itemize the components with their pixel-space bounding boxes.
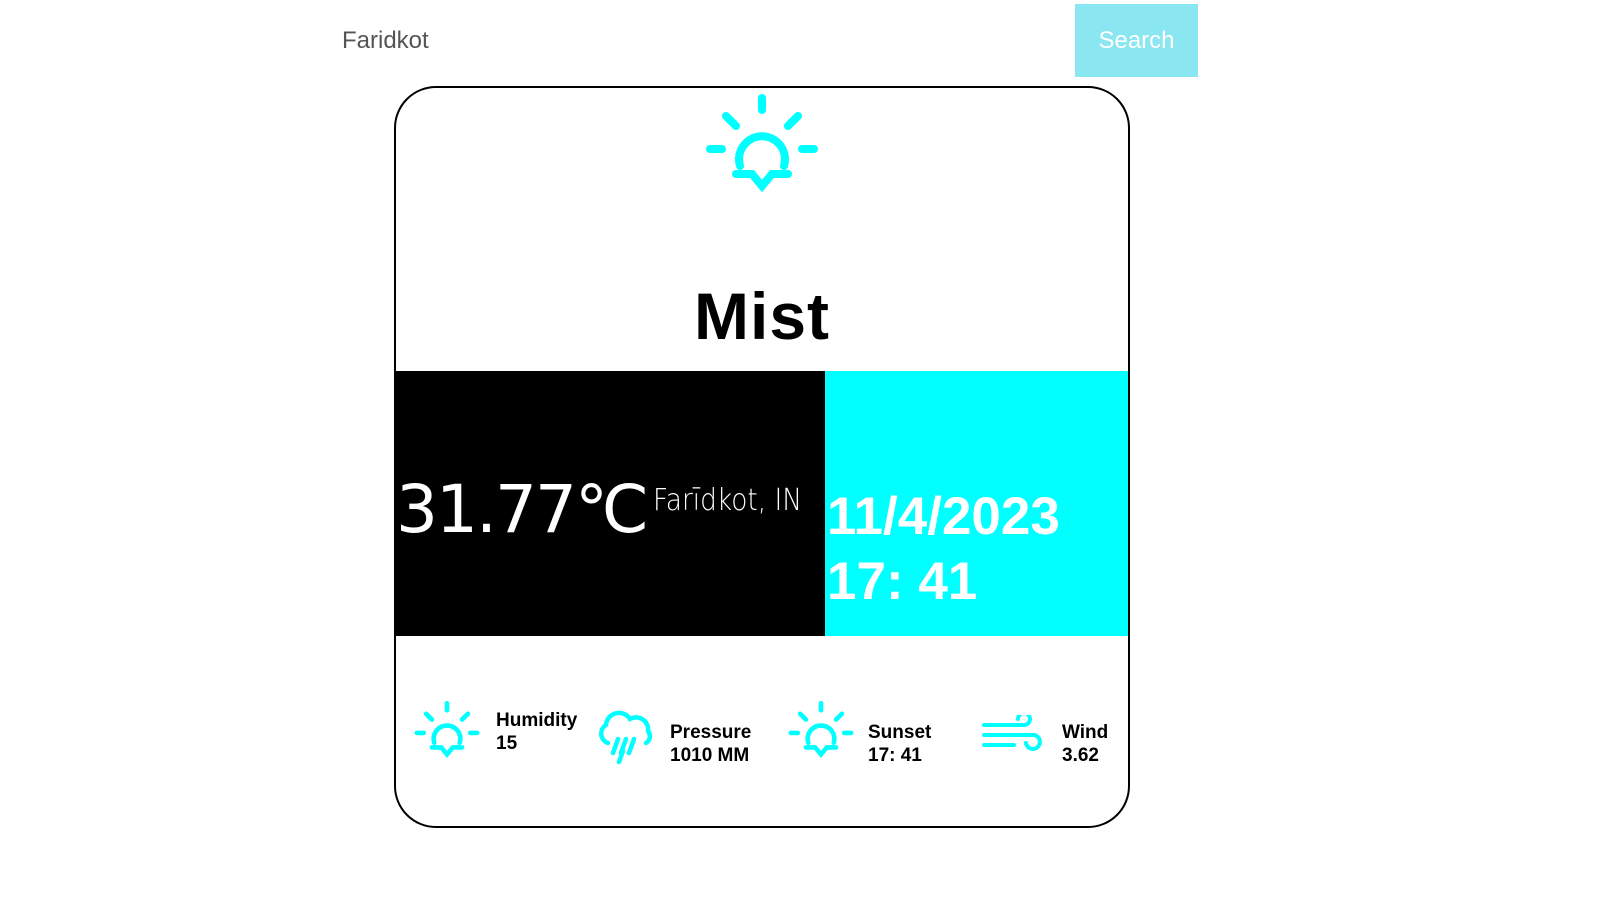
date: 11/4/2023 (827, 487, 1060, 546)
stat-label: Pressure (670, 722, 752, 743)
stat-sunset: Sunset 17: 41 (788, 693, 958, 773)
stat-label: Sunset (868, 722, 932, 743)
weather-stats: Humidity 15 Pressure 1010 MM Sunset 17: … (396, 693, 1128, 773)
stat-value: 17: 41 (868, 745, 922, 766)
location: Farīdkot, IN (653, 483, 803, 518)
search-button[interactable]: Search (1075, 4, 1198, 77)
datetime-panel: 11/4/2023 17: 41 (825, 371, 1128, 636)
stat-value: 3.62 (1062, 745, 1099, 766)
stat-wind: Wind 3.62 (980, 693, 1128, 773)
stat-pressure: Pressure 1010 MM (596, 693, 786, 773)
rain-cloud-icon (598, 710, 653, 765)
wind-icon (982, 715, 1042, 751)
sun-icon (414, 701, 480, 758)
stat-label: Wind (1062, 722, 1109, 743)
stat-value: 15 (496, 733, 518, 754)
time: 17: 41 (827, 552, 978, 611)
weather-card: Mist 31.77℃ Farīdkot, IN 11/4/2023 17: 4… (394, 86, 1130, 828)
stat-label: Humidity (496, 710, 578, 731)
stat-value: 1010 MM (670, 745, 750, 766)
sunset-icon (788, 701, 854, 758)
weather-condition: Mist (694, 279, 830, 353)
sunrise-icon (706, 94, 818, 193)
search-input[interactable] (326, 4, 1075, 77)
temperature-panel: 31.77℃ Farīdkot, IN (396, 371, 825, 636)
search-bar: Search (326, 4, 1198, 77)
stat-humidity: Humidity 15 (414, 693, 584, 773)
temperature: 31.77℃ (396, 471, 649, 548)
weather-info-band: 31.77℃ Farīdkot, IN 11/4/2023 17: 41 (396, 371, 1128, 636)
